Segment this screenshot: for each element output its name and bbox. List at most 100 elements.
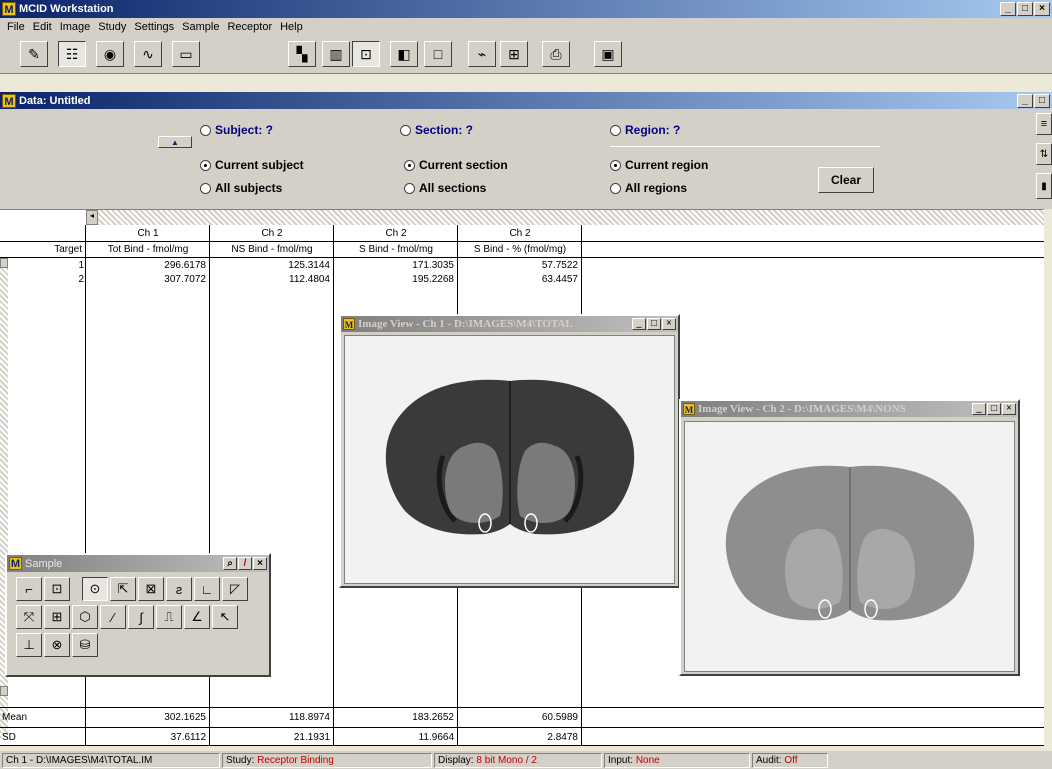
image2-maximize-button[interactable]: □ xyxy=(987,403,1001,415)
subject-option[interactable]: Subject: ? xyxy=(200,123,273,137)
freehand-tool-icon[interactable]: ƨ xyxy=(166,577,192,601)
window-split-icon[interactable]: ▚ xyxy=(288,41,316,67)
all-subjects-radio[interactable] xyxy=(200,182,211,194)
cancel-tool-icon[interactable]: ⊗ xyxy=(44,633,70,657)
minimize-button[interactable]: _ xyxy=(1000,2,1016,16)
histogram-icon[interactable]: ▮ xyxy=(1036,173,1052,199)
scroll-down-button[interactable] xyxy=(0,686,8,696)
filter-icon[interactable]: ≡ xyxy=(1036,113,1052,135)
image2-close-button[interactable]: × xyxy=(1002,403,1016,415)
grid-icon[interactable]: ☷ xyxy=(58,41,86,67)
clear-button[interactable]: Clear xyxy=(818,167,874,193)
current-subject-option[interactable]: Current subject xyxy=(200,158,304,172)
data-minimize-button[interactable]: _ xyxy=(1017,93,1033,108)
header-divider xyxy=(0,257,1044,258)
polygon-tool-icon[interactable]: ⌐ xyxy=(16,577,42,601)
image-view-ch2-title: Image View - Ch 2 - D:\IMAGES\M4\NONS xyxy=(698,403,906,415)
image1-close-button[interactable]: × xyxy=(662,318,676,330)
all-sections-option[interactable]: All sections xyxy=(404,181,486,195)
octagon-tool-icon[interactable]: ⬡ xyxy=(72,605,98,629)
image1-maximize-button[interactable]: □ xyxy=(647,318,661,330)
pointer-tool-icon[interactable]: ↖ xyxy=(212,605,238,629)
image1-minimize-button[interactable]: _ xyxy=(632,318,646,330)
region-option[interactable]: Region: ? xyxy=(610,123,680,137)
square-icon[interactable]: □ xyxy=(424,41,452,67)
angle-abc-icon[interactable]: ∠ xyxy=(184,605,210,629)
menu-study[interactable]: Study xyxy=(94,21,130,33)
menu-image[interactable]: Image xyxy=(56,21,95,33)
horizontal-scrollbar[interactable] xyxy=(86,210,1044,225)
collapse-button[interactable]: ▲ xyxy=(158,136,192,148)
scanner-icon[interactable]: ⎙ xyxy=(542,41,570,67)
database-tool-icon[interactable]: ⛁ xyxy=(72,633,98,657)
brain-section-graphic xyxy=(385,379,635,535)
sample-pen-button[interactable]: / xyxy=(238,557,252,570)
target-header: Target xyxy=(54,244,82,255)
display-icon[interactable]: ▭ xyxy=(172,41,200,67)
image-view-ch2[interactable]: M Image View - Ch 2 - D:\IMAGES\M4\NONS … xyxy=(679,399,1020,676)
image-view-ch2-titlebar[interactable]: M Image View - Ch 2 - D:\IMAGES\M4\NONS … xyxy=(681,401,1018,417)
sample-palette[interactable]: M Sample ⌕ / × ⌐ ⊡ ⊙ ⇱ ⊠ ƨ ∟ ◸ ⤧ ⊞ ⬡ ⁄ ∫… xyxy=(5,553,271,677)
data-window-titlebar: M Data: Untitled _ □ xyxy=(0,92,1052,109)
sample-titlebar[interactable]: M Sample ⌕ / × xyxy=(7,555,269,572)
sample-pin-button[interactable]: ⌕ xyxy=(223,557,237,570)
line-ab-icon[interactable]: ⁄ xyxy=(100,605,126,629)
menu-settings[interactable]: Settings xyxy=(130,21,178,33)
angle-tool-icon[interactable]: ∟ xyxy=(194,577,220,601)
image-view-ch1-titlebar[interactable]: M Image View - Ch 1 - D:\IMAGES\M4\TOTAL… xyxy=(341,316,678,332)
subject-radio[interactable] xyxy=(200,124,211,136)
region-radio[interactable] xyxy=(610,124,621,136)
crosshair-tool-icon[interactable]: ⊥ xyxy=(16,633,42,657)
select-tool-icon[interactable]: ⇱ xyxy=(110,577,136,601)
region-select-icon[interactable]: ⊠ xyxy=(138,577,164,601)
section-option[interactable]: Section: ? xyxy=(400,123,473,137)
brain-image-ch2[interactable] xyxy=(684,421,1015,672)
all-sections-radio[interactable] xyxy=(404,182,415,194)
data-restore-button[interactable]: □ xyxy=(1034,93,1050,108)
edit-polygon-icon[interactable]: ◸ xyxy=(222,577,248,601)
channel-header: Ch 1 xyxy=(137,228,159,239)
fit-tool-icon[interactable]: ⊞ xyxy=(44,605,70,629)
step-ab-icon[interactable]: ⎍ xyxy=(156,605,182,629)
zoom-icon[interactable]: ⊡ xyxy=(352,41,380,67)
expand-tool-icon[interactable]: ⤧ xyxy=(16,605,42,629)
target-icon[interactable]: ⊞ xyxy=(500,41,528,67)
film-icon[interactable]: ▥ xyxy=(322,41,350,67)
current-section-option[interactable]: Current section xyxy=(404,158,508,172)
graph-icon[interactable]: ⌁ xyxy=(468,41,496,67)
image-view-ch1[interactable]: M Image View - Ch 1 - D:\IMAGES\M4\TOTAL… xyxy=(339,314,680,588)
point-tool-icon[interactable]: ⊡ xyxy=(44,577,70,601)
value-cell: 63.4457 xyxy=(541,274,578,285)
right-striatum xyxy=(517,442,575,523)
restore-button[interactable]: □ xyxy=(1017,2,1033,16)
current-subject-radio[interactable] xyxy=(200,159,211,171)
scroll-left-button[interactable]: ◂ xyxy=(86,210,98,225)
ruler-icon[interactable]: ✎ xyxy=(20,41,48,67)
brain-image-ch1[interactable] xyxy=(344,335,675,584)
curve-ab-icon[interactable]: ∫ xyxy=(128,605,154,629)
all-regions-radio[interactable] xyxy=(610,182,621,194)
menu-file[interactable]: File xyxy=(3,21,29,33)
image2-minimize-button[interactable]: _ xyxy=(972,403,986,415)
menu-receptor[interactable]: Receptor xyxy=(223,21,276,33)
all-subjects-option[interactable]: All subjects xyxy=(200,181,282,195)
status-path: Ch 1 - D:\IMAGES\M4\TOTAL.IM xyxy=(2,753,220,768)
table-bottom-line xyxy=(0,745,1044,746)
sample-close-button[interactable]: × xyxy=(253,557,267,570)
current-region-option[interactable]: Current region xyxy=(610,158,708,172)
circle-tool-icon[interactable]: ⊙ xyxy=(82,577,108,601)
section-radio[interactable] xyxy=(400,124,411,136)
eye-icon[interactable]: ◉ xyxy=(96,41,124,67)
sort-icon[interactable]: ⇅ xyxy=(1036,143,1052,165)
book-icon[interactable]: ▣ xyxy=(594,41,622,67)
curve-icon[interactable]: ∿ xyxy=(134,41,162,67)
channel-header: Ch 2 xyxy=(261,228,283,239)
menu-edit[interactable]: Edit xyxy=(29,21,56,33)
layout-icon[interactable]: ◧ xyxy=(390,41,418,67)
current-region-radio[interactable] xyxy=(610,159,621,171)
menu-sample[interactable]: Sample xyxy=(178,21,223,33)
current-section-radio[interactable] xyxy=(404,159,415,171)
all-regions-option[interactable]: All regions xyxy=(610,181,687,195)
menu-help[interactable]: Help xyxy=(276,21,307,33)
close-button[interactable]: × xyxy=(1034,2,1050,16)
